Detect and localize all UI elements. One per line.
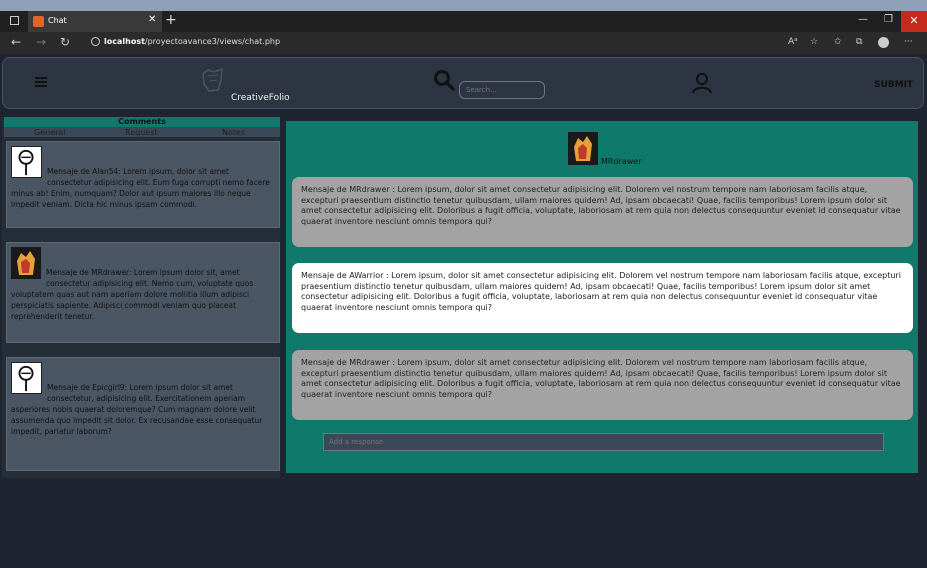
fire-logo-icon: [11, 247, 41, 279]
reply-input[interactable]: [323, 433, 884, 451]
submit-button[interactable]: SUBMIT: [874, 80, 913, 90]
search-input[interactable]: [459, 81, 545, 99]
read-aloud-icon[interactable]: Aᵃ: [788, 37, 798, 47]
tab-request[interactable]: Request: [125, 128, 158, 137]
address-bar: ← → ↻ localhost/proyectoavance3/views/ch…: [0, 32, 927, 54]
menu-icon[interactable]: [35, 77, 47, 87]
url-field[interactable]: localhost/proyectoavance3/views/chat.php: [104, 37, 280, 46]
comment-tabs: General Request Notes: [4, 127, 280, 137]
chat-user-name: MRdrawer: [601, 157, 642, 166]
more-menu-icon[interactable]: ···: [904, 37, 913, 47]
comment-card: Mensaje de Alan54: Lorem ipsum, dolor si…: [6, 141, 280, 228]
add-favorite-icon[interactable]: ☆: [810, 37, 818, 47]
back-icon[interactable]: ←: [11, 35, 21, 49]
tab-strip: Chat ✕ + — ❐ ✕: [0, 11, 927, 32]
chat-message: Mensaje de MRdrawer : Lorem ipsum, dolor…: [292, 350, 913, 420]
chat-message: Mensaje de AWarrior : Lorem ipsum, dolor…: [292, 263, 913, 333]
browser-tab[interactable]: Chat ✕: [28, 11, 162, 32]
comment-text: Mensaje de MRdrawer: Lorem ipsum dolor s…: [11, 268, 254, 321]
window-close-icon[interactable]: ✕: [901, 11, 927, 32]
favorites-icon[interactable]: ✩: [834, 37, 842, 47]
page: CreativeFolio SUBMIT Comments General Re…: [0, 55, 927, 568]
chat-panel: MRdrawer Mensaje de MRdrawer : Lorem ips…: [282, 117, 922, 477]
comments-title: Comments: [4, 117, 280, 127]
comment-card: Mensaje de MRdrawer: Lorem ipsum dolor s…: [6, 242, 280, 343]
favicon-icon: [33, 16, 44, 27]
comment-card: Mensaje de Epicgirl9: Lorem ipsum dolor …: [6, 357, 280, 471]
tab-close-icon[interactable]: ✕: [148, 14, 156, 25]
site-info-icon[interactable]: [91, 37, 100, 46]
tab-title: Chat: [48, 16, 67, 25]
restore-icon[interactable]: ❐: [884, 14, 893, 25]
collections-icon[interactable]: ⧉: [856, 37, 862, 47]
fire-logo-icon: [568, 132, 598, 165]
browser-window: Chat ✕ + — ❐ ✕ ← → ↻ localhost/proyectoa…: [0, 11, 927, 568]
forward-icon[interactable]: →: [36, 35, 46, 49]
user-icon[interactable]: [691, 72, 713, 94]
chat-message: Mensaje de MRdrawer : Lorem ipsum, dolor…: [292, 177, 913, 247]
search-icon[interactable]: [433, 69, 455, 91]
reload-icon[interactable]: ↻: [60, 35, 70, 49]
tab-actions-icon[interactable]: [10, 16, 19, 25]
url-host: localhost: [104, 37, 145, 46]
url-path: /proyectoavance3/views/chat.php: [144, 37, 281, 46]
comment-text: Mensaje de Alan54: Lorem ipsum, dolor si…: [11, 167, 270, 209]
minimize-icon[interactable]: —: [858, 14, 868, 25]
stickman-icon: [11, 362, 42, 394]
logo-text: CreativeFolio: [231, 93, 290, 103]
tab-general[interactable]: General: [34, 128, 66, 137]
comment-text: Mensaje de Epicgirl9: Lorem ipsum dolor …: [11, 383, 263, 436]
site-header: CreativeFolio SUBMIT: [2, 57, 924, 109]
profile-avatar-icon[interactable]: [878, 37, 889, 48]
comments-sidebar: Comments General Request Notes Mensaje d…: [2, 117, 280, 478]
stickman-icon: [11, 146, 42, 178]
creativefolio-logo-icon[interactable]: [200, 66, 226, 94]
new-tab-button[interactable]: +: [165, 12, 177, 28]
tab-notes[interactable]: Notes: [222, 128, 245, 137]
